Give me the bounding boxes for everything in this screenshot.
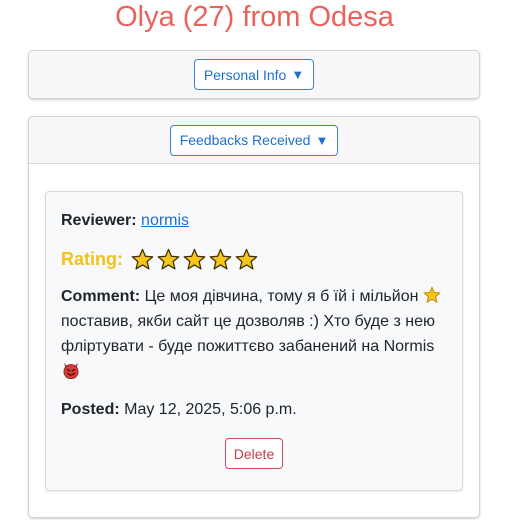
personal-info-toggle-label: Personal Info — [203, 66, 287, 83]
delete-wrap: Delete — [61, 438, 447, 469]
star-icon — [157, 248, 180, 270]
feedbacks-card: Feedbacks Received ▼ Reviewer: normis Ra… — [28, 116, 480, 518]
comment-row: Comment: Це моя дівчина, тому я б їй і м… — [61, 284, 447, 384]
comment-label: Comment: — [61, 288, 145, 305]
comment-text-part1: Це моя дівчина, тому я б їй і мільйон — [144, 288, 423, 305]
reviewer-label: Reviewer: — [61, 212, 142, 229]
caret-down-icon: ▼ — [291, 67, 305, 82]
reviewer-link[interactable]: normis — [141, 212, 189, 229]
feedbacks-toggle-label: Feedbacks Received — [179, 132, 311, 148]
personal-info-card: Personal Info ▼ — [28, 50, 480, 99]
feedbacks-header: Feedbacks Received ▼ — [29, 117, 479, 164]
rating-row: Rating: — [61, 247, 447, 271]
rating-label: Rating: — [61, 249, 123, 269]
star-icon — [183, 248, 206, 270]
smiling-devil-emoji-icon — [63, 362, 79, 380]
page-title: Olya (27) from Odesa — [115, 1, 394, 33]
posted-date: May 12, 2025, 5:06 p.m. — [124, 401, 297, 418]
star-icon — [209, 248, 232, 270]
personal-info-toggle-button[interactable]: Personal Info ▼ — [193, 59, 315, 90]
comment-text-part2: поставив, якби сайт це дозволяв :) Хто б… — [61, 313, 435, 355]
caret-down-icon: ▼ — [315, 132, 329, 148]
delete-button[interactable]: Delete — [224, 438, 284, 469]
posted-row: Posted: May 12, 2025, 5:06 p.m. — [61, 398, 447, 422]
feedbacks-toggle-button[interactable]: Feedbacks Received ▼ — [169, 124, 339, 156]
personal-info-header: Personal Info ▼ — [29, 51, 479, 98]
rating-stars — [131, 248, 258, 271]
star-emoji-icon — [423, 286, 441, 303]
star-icon — [235, 248, 258, 270]
posted-label: Posted: — [61, 401, 125, 418]
star-icon — [131, 248, 154, 270]
reviewer-row: Reviewer: normis — [61, 209, 447, 233]
feedback-item: Reviewer: normis Rating: Comment: Це моя… — [45, 191, 463, 491]
